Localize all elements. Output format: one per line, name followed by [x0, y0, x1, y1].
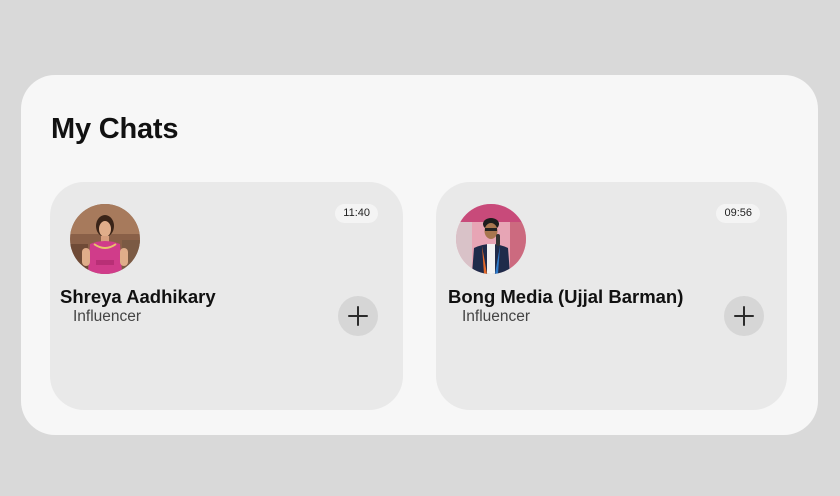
timestamp: 09:56 [716, 204, 760, 223]
avatar[interactable] [456, 204, 526, 274]
avatar-photo-icon [456, 204, 526, 274]
contact-role: Influencer [462, 308, 531, 325]
chats-panel: My Chats 11:40 Shreya Aadhikary Influenc… [21, 75, 818, 435]
timestamp: 11:40 [335, 204, 378, 223]
add-button[interactable] [338, 296, 378, 336]
add-button[interactable] [724, 296, 764, 336]
page-title: My Chats [51, 113, 179, 145]
contact-role: Influencer [73, 308, 142, 325]
chat-card[interactable]: 09:56 Bong Media (Ujjal Barman) Influenc… [436, 182, 787, 410]
avatar[interactable] [70, 204, 140, 274]
contact-name: Shreya Aadhikary [60, 286, 216, 307]
chat-card[interactable]: 11:40 Shreya Aadhikary Influencer [50, 182, 403, 410]
contact-name: Bong Media (Ujjal Barman) [448, 286, 684, 307]
avatar-photo-icon [70, 204, 140, 274]
